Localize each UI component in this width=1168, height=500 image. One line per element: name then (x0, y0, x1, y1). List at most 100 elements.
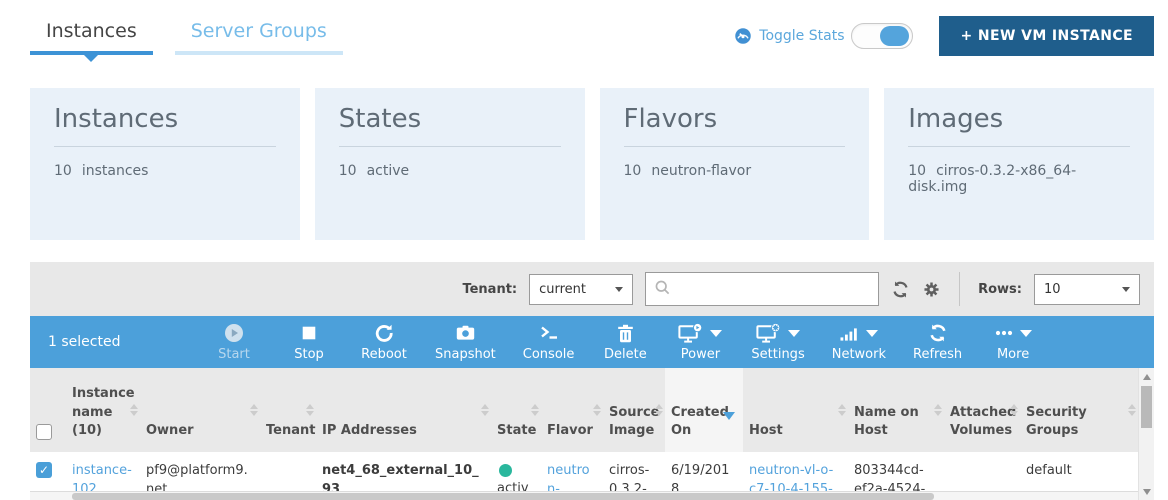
chevron-down-icon (615, 287, 623, 292)
toggle-stats: Toggle Stats (734, 23, 913, 49)
sort-icon (593, 404, 601, 416)
column-header-source-image[interactable]: Source Image (603, 368, 665, 452)
sort-icon (130, 404, 138, 416)
tenant-label: Tenant: (462, 282, 517, 297)
sort-icon (934, 404, 942, 416)
column-header-security-groups[interactable]: Security Groups (1020, 368, 1138, 452)
toggle-stats-label: Toggle Stats (759, 28, 844, 44)
sort-icon (1128, 404, 1136, 416)
rows-select[interactable]: 10 (1034, 274, 1140, 305)
toolbar-divider (959, 272, 960, 306)
page-header: Instances Server Groups Toggle Stats + N… (30, 0, 1154, 62)
reboot-button-label: Reboot (361, 347, 407, 362)
column-header-instance-name[interactable]: Instance name (10) (66, 368, 140, 452)
column-header-state[interactable]: State (491, 368, 541, 452)
state-active-dot-icon (499, 464, 512, 477)
chevron-down-icon (1020, 330, 1032, 337)
card-label: neutron-flavor (651, 163, 751, 179)
header-actions: Toggle Stats + NEW VM INSTANCE (734, 16, 1154, 56)
search-box (645, 272, 879, 306)
monitor-power-icon (678, 323, 703, 344)
sort-icon (838, 404, 846, 416)
search-icon (654, 279, 671, 300)
tab-instances[interactable]: Instances (30, 16, 153, 55)
terminal-icon (539, 322, 559, 344)
select-all-checkbox[interactable] (36, 424, 52, 440)
rows-select-value: 10 (1044, 282, 1061, 297)
action-buttons: Start Stop Reboot Snapshot (210, 322, 1037, 362)
refresh-button[interactable]: Refresh (913, 322, 962, 362)
signal-bars-icon (839, 324, 859, 342)
toggle-stats-switch[interactable] (851, 23, 913, 49)
tenant-select[interactable]: current (529, 274, 633, 305)
sort-icon (306, 404, 314, 416)
vertical-scrollbar[interactable] (1138, 368, 1154, 500)
refresh-icon[interactable] (891, 280, 910, 299)
instances-table: Instance name (10) Owner Tenant IP Addre… (30, 368, 1154, 500)
gear-icon[interactable] (922, 280, 941, 299)
column-header-attached-volumes[interactable]: Attached Volumes (944, 368, 1020, 452)
refresh-button-label: Refresh (913, 347, 962, 362)
start-button-label: Start (218, 347, 250, 362)
tenant-select-value: current (539, 282, 586, 297)
ellipsis-icon (995, 329, 1013, 337)
more-button[interactable]: More (989, 322, 1037, 362)
stats-card-instances: Instances 10instances (30, 88, 300, 240)
snapshot-button-label: Snapshot (435, 347, 496, 362)
trash-icon (617, 322, 634, 344)
stats-cards: Instances 10instances States 10active Fl… (30, 88, 1154, 240)
start-button[interactable]: Start (210, 322, 258, 362)
chevron-down-icon (866, 330, 878, 337)
column-header-tenant[interactable]: Tenant (260, 368, 316, 452)
tab-bar: Instances Server Groups (30, 16, 343, 55)
stats-card-flavors: Flavors 10neutron-flavor (600, 88, 870, 240)
row-checkbox[interactable]: ✓ (36, 462, 52, 478)
stop-button[interactable]: Stop (285, 322, 333, 362)
action-bar: 1 selected Start Stop Reboot (30, 316, 1154, 368)
tab-server-groups[interactable]: Server Groups (175, 16, 343, 55)
network-button[interactable]: Network (832, 322, 886, 362)
reboot-button[interactable]: Reboot (360, 322, 408, 362)
power-button[interactable]: Power (676, 322, 724, 362)
monitor-gear-icon (756, 323, 781, 344)
delete-button[interactable]: Delete (601, 322, 649, 362)
play-circle-icon (224, 322, 244, 344)
card-label: cirros-0.3.2-x86_64-disk.img (908, 163, 1076, 195)
column-header-name-on-host[interactable]: Name on Host (848, 368, 944, 452)
reboot-arrow-icon (374, 322, 394, 344)
delete-button-label: Delete (604, 347, 647, 362)
column-header-ip-addresses[interactable]: IP Addresses (316, 368, 491, 452)
column-header-flavor[interactable]: Flavor (541, 368, 603, 452)
search-input[interactable] (677, 282, 870, 297)
power-button-label: Power (681, 347, 720, 362)
vertical-scrollbar-thumb[interactable] (1141, 386, 1152, 428)
sort-icon (481, 404, 489, 416)
card-title: States (339, 104, 561, 147)
sort-icon (1010, 404, 1018, 416)
scroll-down-icon[interactable] (1143, 489, 1151, 495)
card-title: Images (908, 104, 1130, 147)
column-header-owner[interactable]: Owner (140, 368, 260, 452)
sort-icon (250, 404, 258, 416)
snapshot-button[interactable]: Snapshot (435, 322, 496, 362)
new-vm-instance-button[interactable]: + NEW VM INSTANCE (939, 16, 1154, 56)
card-count: 10 (624, 163, 642, 179)
column-header-host[interactable]: Host (743, 368, 848, 452)
settings-button[interactable]: Settings (751, 322, 804, 362)
horizontal-scrollbar[interactable] (30, 491, 1138, 500)
rows-label: Rows: (978, 282, 1022, 297)
chevron-down-icon (710, 330, 722, 337)
card-title: Instances (54, 104, 276, 147)
console-button[interactable]: Console (523, 322, 575, 362)
switch-knob (880, 26, 909, 46)
card-count: 10 (54, 163, 72, 179)
table-header-row: Instance name (10) Owner Tenant IP Addre… (30, 368, 1138, 452)
network-button-label: Network (832, 347, 886, 362)
instances-page: Instances Server Groups Toggle Stats + N… (0, 0, 1168, 500)
scroll-up-icon[interactable] (1143, 374, 1151, 380)
column-header-created-on[interactable]: Created On (665, 368, 743, 452)
table-toolbar: Tenant: current Rows: 10 (30, 262, 1154, 316)
horizontal-scrollbar-thumb[interactable] (72, 493, 934, 500)
gauge-icon (734, 27, 752, 45)
more-button-label: More (997, 347, 1029, 362)
